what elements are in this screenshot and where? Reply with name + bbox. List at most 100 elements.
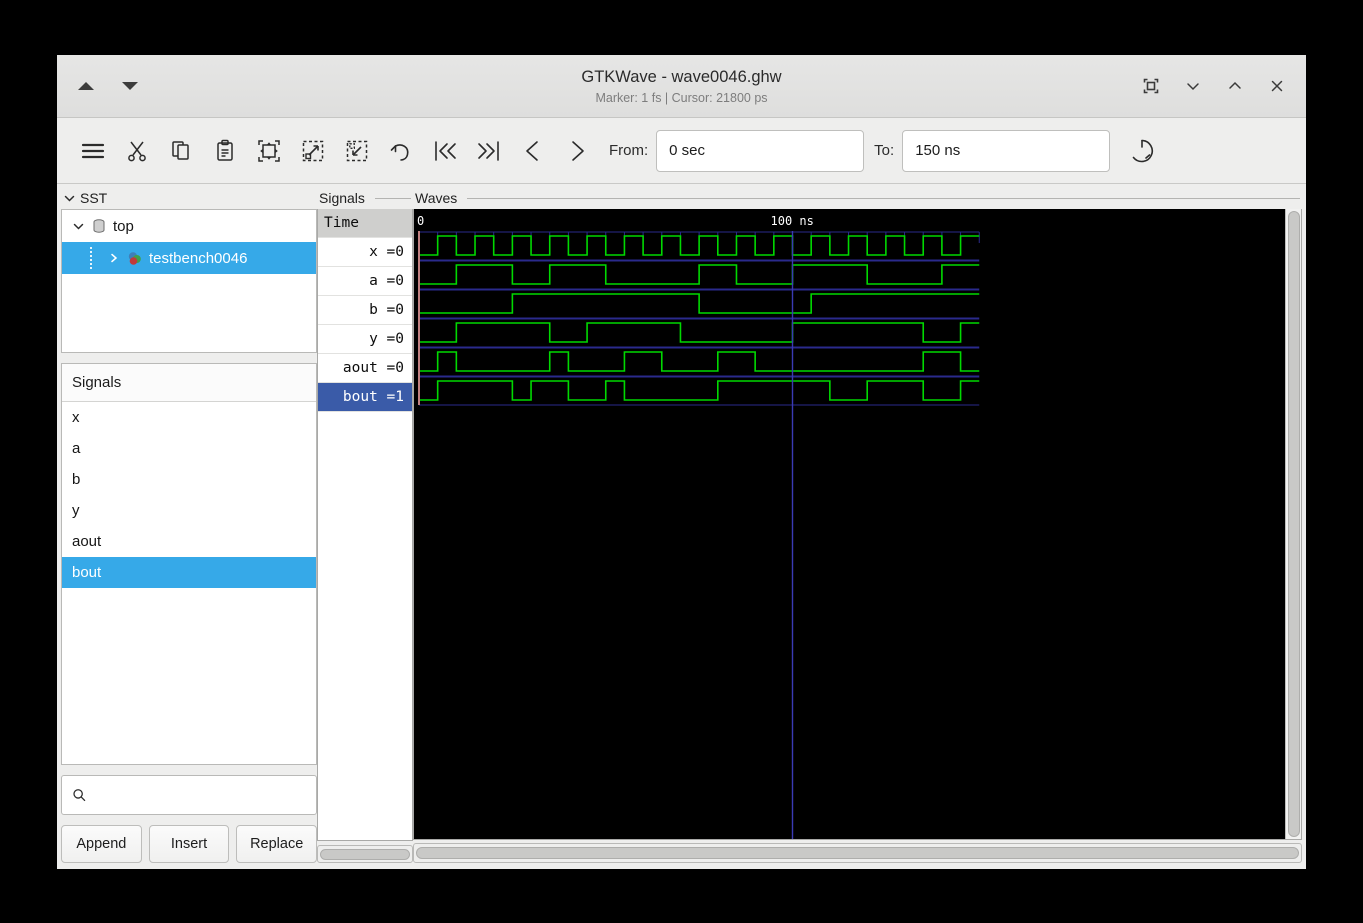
list-item[interactable]: y bbox=[62, 495, 316, 526]
reload-button[interactable] bbox=[1120, 129, 1164, 173]
svg-text:0: 0 bbox=[417, 214, 424, 228]
signal-name: a bbox=[72, 440, 80, 457]
reload-icon bbox=[1127, 136, 1157, 166]
sst-node-top[interactable]: top bbox=[62, 210, 316, 242]
names-row-time[interactable]: Time bbox=[318, 209, 412, 238]
close-button[interactable] bbox=[1264, 73, 1290, 99]
chevron-down-icon bbox=[63, 192, 76, 205]
wave-horizontal-scrollbar[interactable] bbox=[413, 843, 1302, 863]
names-row-x[interactable]: x =0 bbox=[318, 238, 412, 267]
previous-edge-button[interactable] bbox=[511, 129, 555, 173]
signal-name: y bbox=[72, 502, 80, 519]
action-button-row: Append Insert Replace bbox=[61, 825, 317, 863]
scroll-up-button[interactable] bbox=[75, 75, 97, 97]
sst-node-testbench0046-label: testbench0046 bbox=[149, 250, 247, 267]
waveform-plot[interactable]: 0100 ns bbox=[414, 209, 1285, 839]
chevron-down-icon bbox=[1184, 77, 1202, 95]
signal-list-header: Signals bbox=[62, 364, 316, 402]
waves-panel: Waves 0100 ns bbox=[413, 184, 1306, 869]
wave-vertical-scrollbar[interactable] bbox=[1285, 209, 1301, 839]
from-label: From: bbox=[609, 142, 648, 159]
list-item[interactable]: bout bbox=[62, 557, 316, 588]
list-item[interactable]: aout bbox=[62, 526, 316, 557]
zoom-in-icon bbox=[299, 137, 327, 165]
copy-icon bbox=[168, 138, 194, 164]
gtkwave-window: GTKWave - wave0046.ghw Marker: 1 fs | Cu… bbox=[57, 55, 1306, 869]
names-row-bout[interactable]: bout =1 bbox=[318, 383, 412, 412]
chevron-down-icon bbox=[72, 220, 85, 233]
next-edge-icon bbox=[563, 137, 591, 165]
from-value: 0 sec bbox=[669, 142, 705, 159]
scrollbar-thumb[interactable] bbox=[416, 847, 1299, 859]
minimize-button[interactable] bbox=[1180, 73, 1206, 99]
zoom-in-button[interactable] bbox=[291, 129, 335, 173]
paste-button[interactable] bbox=[203, 129, 247, 173]
window-subtitle-status: Marker: 1 fs | Cursor: 21800 ps bbox=[595, 91, 767, 105]
restore-button[interactable] bbox=[1138, 73, 1164, 99]
names-horizontal-scrollbar[interactable] bbox=[317, 845, 413, 863]
chevron-right-icon bbox=[108, 252, 120, 264]
waves-caption: Waves bbox=[413, 188, 1302, 209]
zoom-undo-button[interactable] bbox=[379, 129, 423, 173]
scrollbar-thumb[interactable] bbox=[1288, 211, 1300, 837]
prev-edge-icon bbox=[519, 137, 547, 165]
scrollbar-thumb[interactable] bbox=[320, 849, 410, 860]
zoom-out-button[interactable] bbox=[335, 129, 379, 173]
toolbar: From: 0 sec To: 150 ns bbox=[57, 118, 1306, 184]
next-edge-button[interactable] bbox=[555, 129, 599, 173]
list-item[interactable]: b bbox=[62, 464, 316, 495]
titlebar: GTKWave - wave0046.ghw Marker: 1 fs | Cu… bbox=[57, 55, 1306, 118]
sst-caption[interactable]: SST bbox=[61, 188, 317, 209]
left-panel: SST top bbox=[57, 184, 317, 869]
names-row-a[interactable]: a =0 bbox=[318, 267, 412, 296]
copy-button[interactable] bbox=[159, 129, 203, 173]
signal-list-panel: Signals x a b y aout bout bbox=[61, 363, 317, 765]
menu-button[interactable] bbox=[71, 129, 115, 173]
replace-button[interactable]: Replace bbox=[236, 825, 317, 863]
to-label: To: bbox=[874, 142, 894, 159]
maximize-button[interactable] bbox=[1222, 73, 1248, 99]
go-to-start-button[interactable] bbox=[423, 129, 467, 173]
search-input[interactable] bbox=[94, 786, 306, 804]
triangle-up-icon bbox=[78, 82, 94, 90]
names-row-aout[interactable]: aout =0 bbox=[318, 354, 412, 383]
sst-caption-label: SST bbox=[80, 190, 107, 206]
cut-button[interactable] bbox=[115, 129, 159, 173]
window-title: GTKWave - wave0046.ghw bbox=[581, 67, 781, 88]
wave-viewport: 0100 ns bbox=[413, 209, 1302, 840]
signal-names-list: Time x =0 a =0 b =0 y =0 aout =0 bout =1 bbox=[317, 209, 413, 841]
signal-name: bout bbox=[72, 564, 101, 581]
from-input[interactable]: 0 sec bbox=[656, 130, 864, 172]
titlebar-left-controls bbox=[57, 75, 141, 97]
signal-name: x bbox=[72, 409, 80, 426]
names-row-b[interactable]: b =0 bbox=[318, 296, 412, 325]
insert-button[interactable]: Insert bbox=[149, 825, 230, 863]
wave-canvas-area[interactable]: 0100 ns bbox=[414, 209, 1285, 839]
to-value: 150 ns bbox=[915, 142, 960, 159]
list-item[interactable]: a bbox=[62, 433, 316, 464]
undo-icon bbox=[387, 137, 415, 165]
list-item[interactable]: x bbox=[62, 402, 316, 433]
signal-name: b bbox=[72, 471, 80, 488]
window-controls bbox=[1138, 73, 1306, 99]
go-to-end-button[interactable] bbox=[467, 129, 511, 173]
search-icon bbox=[72, 787, 86, 803]
signal-names-panel: Signals Time x =0 a =0 b =0 y =0 aout =0… bbox=[317, 184, 413, 869]
signal-list: x a b y aout bout bbox=[62, 402, 316, 764]
sst-node-testbench0046[interactable]: testbench0046 bbox=[62, 242, 316, 274]
window-title-block: GTKWave - wave0046.ghw Marker: 1 fs | Cu… bbox=[57, 55, 1306, 117]
restore-icon bbox=[1142, 77, 1160, 95]
instance-icon bbox=[126, 250, 143, 267]
to-input[interactable]: 150 ns bbox=[902, 130, 1110, 172]
names-row-y[interactable]: y =0 bbox=[318, 325, 412, 354]
append-button[interactable]: Append bbox=[61, 825, 142, 863]
go-start-icon bbox=[430, 136, 460, 166]
zoom-fit-button[interactable] bbox=[247, 129, 291, 173]
close-icon bbox=[1268, 77, 1286, 95]
caption-divider bbox=[467, 198, 1300, 199]
cut-icon bbox=[124, 138, 150, 164]
sst-tree: top testbench0046 bbox=[61, 209, 317, 353]
search-box[interactable] bbox=[61, 775, 317, 815]
menu-icon bbox=[78, 136, 108, 166]
scroll-down-button[interactable] bbox=[119, 75, 141, 97]
